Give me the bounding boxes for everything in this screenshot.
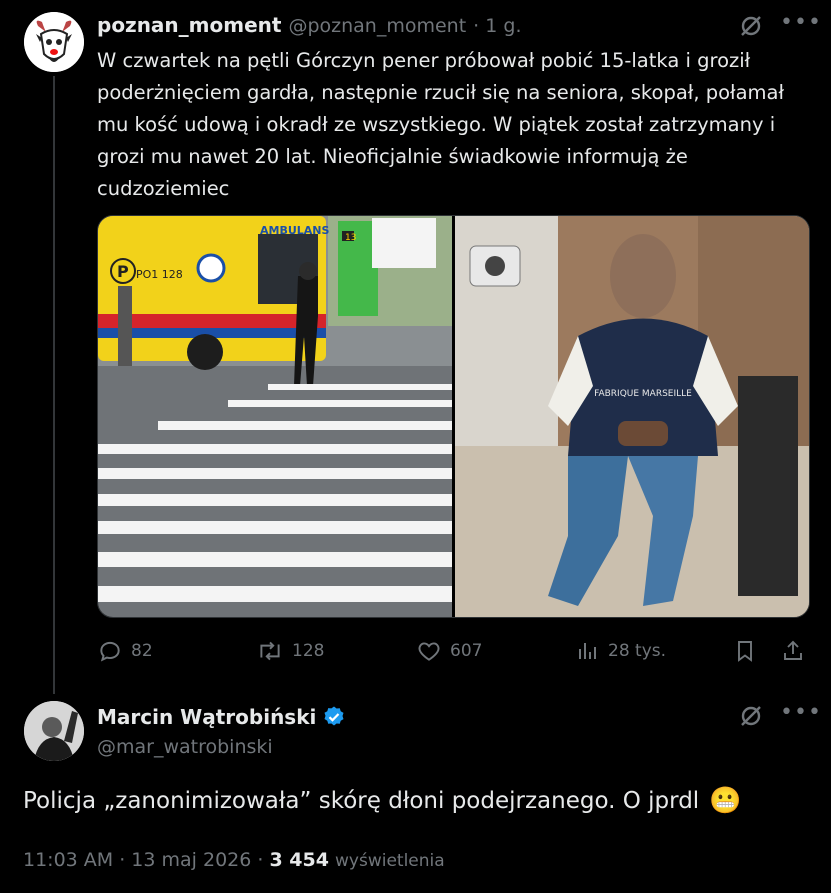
grok-icon[interactable] — [738, 13, 764, 39]
tweet1-header: poznan_moment @poznan_moment · 1 g. — [97, 13, 521, 37]
photo-crosswalk: 13 AMBULANS P PO1 128 — [98, 216, 452, 617]
tweet2-views-count: 3 454 — [269, 849, 329, 871]
grimacing-emoji-icon: 😬 — [709, 786, 742, 816]
more-options-icon-2[interactable]: ••• — [780, 700, 822, 725]
tweet2-views-label: wyświetlenia — [335, 851, 445, 871]
repost-count: 128 — [292, 641, 325, 661]
repost-icon — [260, 641, 280, 661]
reply-count: 82 — [131, 641, 153, 661]
media-photos: 13 AMBULANS P PO1 128 FABRIQUE MARSEILLE — [98, 216, 809, 617]
heart-icon — [418, 642, 440, 661]
tweet2-text-row: Policja „zanonimizowała” skórę dłoni pod… — [23, 786, 742, 816]
tweet2-text: Policja „zanonimizowała” skórę dłoni pod… — [23, 788, 700, 814]
thread-line — [53, 76, 55, 694]
avatar-poznan-moment[interactable] — [24, 12, 84, 72]
share-button[interactable] — [781, 638, 805, 664]
ambulance-code: PO1 128 — [136, 268, 183, 281]
bookmark-button[interactable] — [733, 638, 757, 664]
svg-text:P: P — [117, 262, 129, 281]
tweet1-time[interactable]: · 1 g. — [473, 15, 521, 37]
like-button[interactable]: 607 — [416, 638, 482, 664]
tweet1-text: W czwartek na pętli Górczyn pener próbow… — [97, 49, 785, 200]
tweet2-meta: 11:03 AM · 13 maj 2026 · 3 454 wyświetle… — [23, 849, 445, 871]
reply-button[interactable]: 82 — [97, 638, 153, 664]
like-count: 607 — [450, 641, 483, 661]
photo-suspect: FABRIQUE MARSEILLE — [455, 216, 809, 617]
grok-icon-2[interactable] — [738, 703, 764, 729]
goat-logo-icon — [24, 12, 84, 72]
analytics-icon — [579, 643, 596, 659]
avatar-marcin[interactable] — [24, 701, 84, 761]
views-button[interactable]: 28 tys. — [576, 638, 666, 664]
ambulance-label: AMBULANS — [260, 224, 330, 237]
repost-button[interactable]: 128 — [256, 638, 324, 664]
profile-photo-icon — [24, 701, 84, 761]
tweet2-display-name[interactable]: Marcin Wątrobiński — [97, 705, 316, 729]
tweet1-display-name[interactable]: poznan_moment — [97, 13, 281, 37]
bookmark-icon — [738, 641, 752, 662]
views-count: 28 tys. — [608, 641, 667, 661]
tweet1-handle[interactable]: @poznan_moment — [288, 15, 466, 37]
tweet2-handle[interactable]: @mar_watrobinski — [97, 736, 273, 758]
jacket-text: FABRIQUE MARSEILLE — [594, 389, 692, 399]
reply-icon — [100, 641, 120, 662]
tweet2-header: Marcin Wątrobiński — [97, 705, 346, 729]
tweet1-media[interactable]: 13 AMBULANS P PO1 128 FABRIQUE MARSEILLE — [97, 215, 810, 618]
tweet2-timestamp[interactable]: 11:03 AM · 13 maj 2026 · — [23, 849, 269, 871]
bus-number: 13 — [345, 233, 356, 243]
more-options-icon[interactable]: ••• — [780, 10, 822, 35]
share-icon — [784, 640, 802, 660]
verified-badge-icon — [324, 706, 344, 726]
